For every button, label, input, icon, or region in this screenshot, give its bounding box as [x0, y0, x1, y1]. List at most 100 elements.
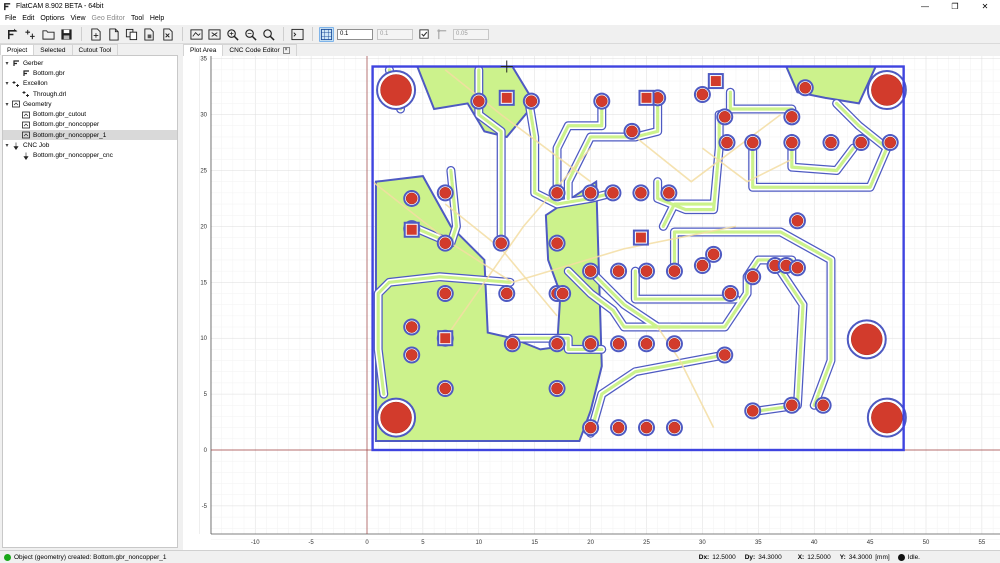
pad	[707, 248, 720, 261]
pad	[746, 136, 759, 149]
pad	[612, 421, 625, 434]
close-tab-icon[interactable]: ×	[282, 47, 290, 54]
tab-cutout-tool[interactable]: Cutout Tool	[71, 44, 119, 55]
pad	[495, 237, 508, 250]
mounting-hole	[850, 323, 883, 356]
state-label: Idle.	[907, 553, 920, 561]
menu-edit[interactable]: Edit	[19, 13, 37, 25]
pad-square	[501, 92, 512, 103]
tree-item-bottom-gbr-cutout[interactable]: Bottom.gbr_cutout	[3, 109, 177, 119]
join-icon[interactable]	[142, 27, 157, 42]
new-geometry-icon[interactable]	[88, 27, 103, 42]
tab-selected[interactable]: Selected	[33, 44, 73, 55]
tree-label: Bottom.gbr_cutout	[33, 111, 87, 119]
menu-geo-editor[interactable]: Geo Editor	[89, 13, 128, 25]
dy-value: 34.3000	[758, 553, 782, 561]
menu-options[interactable]: Options	[37, 13, 67, 25]
dy-label: Dy:	[744, 553, 756, 561]
tree-item-bottom-gbr[interactable]: Bottom.gbr	[3, 68, 177, 78]
snap-grid-icon[interactable]	[319, 26, 334, 42]
x-tick-label: 5	[421, 540, 425, 546]
tree-group-gerber[interactable]: ▾ Gerber	[3, 58, 177, 68]
pad	[785, 110, 798, 123]
snap-corner-icon[interactable]	[435, 27, 450, 42]
clear-plot-icon[interactable]	[189, 27, 204, 42]
collapse-arrow-icon[interactable]: ▾	[3, 60, 11, 67]
menu-file[interactable]: File	[2, 13, 19, 25]
plot-tabs: Plot Area CNC Code Editor ×	[183, 44, 1000, 56]
x-tick-label: 55	[979, 540, 986, 546]
tree-group-geometry[interactable]: ▾ Geometry	[3, 99, 177, 109]
open-excellon-icon[interactable]	[23, 27, 38, 42]
tree-item-bottom-gbr-noncopper-1[interactable]: Bottom.gbr_noncopper_1	[3, 130, 177, 141]
tab-cnc-code-editor[interactable]: CNC Code Editor ×	[222, 44, 297, 56]
collapse-arrow-icon[interactable]: ▾	[3, 80, 11, 87]
grid-lock-checkbox-icon[interactable]	[417, 27, 432, 42]
tree-label: Through.drl	[33, 90, 67, 98]
pad-square	[406, 224, 417, 235]
pad	[584, 187, 597, 199]
plot-canvas[interactable]: -10 -5 0 5 10 15 20 25 30 35 40 45 50 55 -5 0 5 10 15 20 25 3…	[183, 47, 1000, 550]
tree-group-cnc-job[interactable]: ▾ CNC Job	[3, 140, 177, 150]
plot-svg[interactable]: -10 -5 0 5 10 15 20 25 30 35 40 45 50 55 -5 0 5 10 15 20 25 3…	[183, 47, 1000, 550]
pad	[884, 136, 897, 149]
tree-group-excellon[interactable]: ▾ Excellon	[3, 79, 177, 89]
grid-y-input[interactable]: 0.1	[377, 28, 413, 40]
tree-label: Bottom.gbr_noncopper_cnc	[33, 152, 113, 160]
pad	[696, 259, 709, 272]
pad-square	[641, 92, 652, 103]
pad	[405, 321, 418, 333]
zoom-in-icon[interactable]	[243, 27, 258, 42]
minimize-button[interactable]: —	[910, 0, 940, 13]
collapse-arrow-icon[interactable]: ▾	[3, 101, 11, 108]
cnc-file-icon	[21, 152, 30, 160]
pad	[718, 110, 731, 123]
x-tick-label: 25	[643, 540, 650, 546]
open-project-icon[interactable]	[41, 27, 56, 42]
dx-label: Dx:	[698, 553, 710, 561]
pad	[584, 265, 597, 277]
collapse-arrow-icon[interactable]: ▾	[3, 142, 11, 149]
tree-label: Excellon	[23, 80, 48, 88]
menu-help[interactable]: Help	[147, 13, 167, 25]
tree-item-bottom-gbr-noncopper[interactable]: Bottom.gbr_noncopper	[3, 120, 177, 130]
units-label: [mm]	[875, 553, 890, 561]
pad	[825, 136, 837, 149]
pad	[791, 214, 804, 227]
maximize-button[interactable]: ❐	[940, 0, 970, 13]
open-gerber-icon[interactable]	[5, 27, 20, 42]
flatcam-app-icon	[4, 3, 11, 11]
pad	[551, 237, 563, 250]
y-tick-label: 0	[204, 448, 208, 454]
pad	[785, 399, 798, 412]
tree-item-through-drl[interactable]: Through.drl	[3, 89, 177, 99]
copy-icon[interactable]	[124, 27, 139, 42]
delete-icon[interactable]	[160, 27, 175, 42]
y-tick-label: 25	[200, 169, 207, 175]
grid-x-input[interactable]: 0.1	[337, 28, 373, 40]
pad	[668, 265, 681, 277]
menu-tool[interactable]: Tool	[128, 13, 147, 25]
pad	[640, 265, 653, 277]
save-project-icon[interactable]	[59, 27, 74, 42]
menu-bar: File Edit Options View Geo Editor Tool H…	[0, 13, 1000, 25]
new-gerber-icon[interactable]	[106, 27, 121, 42]
snap-distance-input[interactable]: 0.05	[453, 28, 489, 40]
zoom-out-icon[interactable]	[261, 27, 276, 42]
pad	[612, 265, 625, 277]
tab-project[interactable]: Project	[0, 44, 35, 55]
shell-icon[interactable]	[290, 27, 305, 42]
menu-view[interactable]: View	[67, 13, 88, 25]
replot-icon[interactable]	[207, 27, 222, 42]
mounting-hole	[380, 74, 412, 106]
pad	[506, 337, 519, 350]
y-tick-label: 10	[200, 336, 207, 342]
tree-item-bottom-gbr-noncopper-cnc[interactable]: Bottom.gbr_noncopper_cnc	[3, 151, 177, 161]
close-button[interactable]: ✕	[970, 0, 1000, 13]
pad	[785, 136, 798, 149]
pad	[439, 237, 452, 250]
tree-label: CNC Job	[23, 142, 50, 150]
tab-plot-area[interactable]: Plot Area	[183, 44, 224, 56]
mounting-hole	[871, 74, 903, 106]
zoom-fit-icon[interactable]	[225, 27, 240, 42]
